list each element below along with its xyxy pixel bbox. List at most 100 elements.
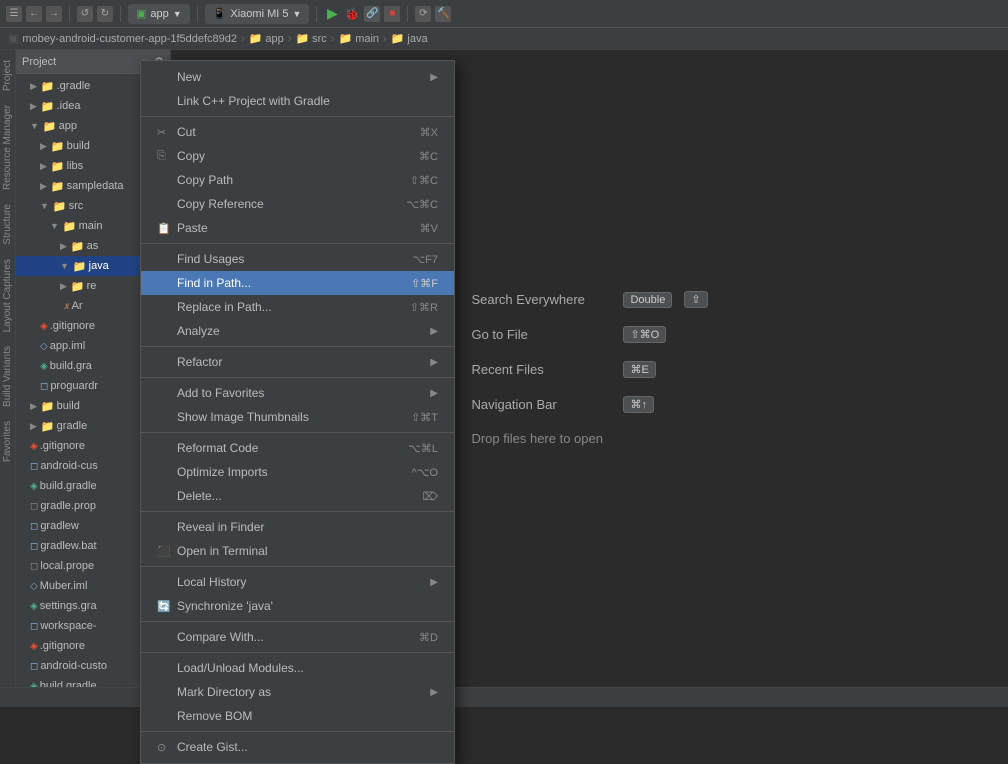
toolbar-redo-icon[interactable]: ↻ [97, 6, 113, 22]
gist-icon: ⊙ [157, 741, 171, 754]
tree-label: proguardr [50, 380, 98, 392]
run-button[interactable]: ▶ [324, 6, 340, 22]
menu-arrow-new: ▶ [430, 72, 438, 83]
toolbar-forward-icon[interactable]: → [46, 6, 62, 22]
breadcrumb-src-label: src [312, 33, 327, 45]
sidebar-tab-structure[interactable]: Structure [0, 198, 15, 251]
menu-item-new[interactable]: New ▶ [141, 65, 454, 89]
show-image-shortcut: ⇧⌘T [411, 411, 438, 424]
tree-label: workspace- [40, 620, 96, 632]
menu-item-create-gist[interactable]: ⊙ Create Gist... [141, 735, 454, 759]
menu-arrow-refactor: ▶ [430, 357, 438, 368]
menu-item-cut[interactable]: ✂ Cut ⌘X [141, 120, 454, 144]
search-everywhere-key2: ⇧ [684, 291, 707, 308]
folder-icon: 📁 [51, 160, 65, 173]
breadcrumb-java[interactable]: 📁 java [391, 32, 428, 45]
sidebar-tab-project[interactable]: Project [0, 54, 15, 97]
menu-item-synchronize[interactable]: 🔄 Synchronize 'java' [141, 594, 454, 618]
project-title: Project [22, 56, 56, 68]
menu-item-replace-in-path[interactable]: Replace in Path... ⇧⌘R [141, 295, 454, 319]
menu-item-copy[interactable]: ⎘ Copy ⌘C [141, 144, 454, 168]
git-icon: ◈ [30, 441, 38, 452]
menu-label-optimize-imports: Optimize Imports [177, 465, 268, 479]
menu-sep-4 [141, 377, 454, 378]
menu-label-reformat: Reformat Code [177, 441, 258, 455]
tree-arrow-gradle-root: ▶ [30, 421, 37, 432]
menu-item-find-usages[interactable]: Find Usages ⌥F7 [141, 247, 454, 271]
menu-item-add-favorites[interactable]: Add to Favorites ▶ [141, 381, 454, 405]
breadcrumb: ▣ mobey-android-customer-app-1f5ddefc89d… [0, 28, 1008, 50]
menu-label-link-cpp: Link C++ Project with Gradle [177, 94, 330, 108]
tree-label: build [67, 140, 90, 152]
folder-icon: 📁 [41, 420, 55, 433]
menu-label-create-gist: Create Gist... [177, 740, 248, 754]
menu-item-paste[interactable]: 📋 Paste ⌘V [141, 216, 454, 240]
xml-icon: 𝑥 [64, 301, 70, 312]
reformat-shortcut: ⌥⌘L [408, 442, 438, 455]
find-path-shortcut: ⇧⌘F [411, 277, 438, 290]
device-label: Xiaomi MI 5 [230, 8, 288, 20]
breadcrumb-project-name[interactable]: mobey-android-customer-app-1f5ddefc89d2 [22, 33, 237, 45]
toolbar-back-icon[interactable]: ← [26, 6, 42, 22]
menu-item-copy-reference[interactable]: Copy Reference ⌥⌘C [141, 192, 454, 216]
recent-files-label: Recent Files [471, 362, 611, 377]
menu-label-new: New [177, 70, 201, 84]
folder-icon: 📁 [71, 240, 85, 253]
toolbar-menu-icon[interactable]: ☰ [6, 6, 22, 22]
menu-item-open-terminal[interactable]: ⬛ Open in Terminal [141, 539, 454, 563]
tree-label: as [87, 240, 99, 252]
menu-item-reveal-finder[interactable]: Reveal in Finder [141, 515, 454, 539]
find-usages-shortcut: ⌥F7 [412, 253, 438, 266]
breadcrumb-sep-3: › [331, 33, 335, 45]
sidebar-tab-resource-manager[interactable]: Resource Manager [0, 99, 15, 196]
menu-item-find-in-path[interactable]: Find in Path... ⇧⌘F [141, 271, 454, 295]
breadcrumb-project-icon: ▣ [8, 32, 18, 45]
goto-file-label: Go to File [471, 327, 611, 342]
menu-sep-8 [141, 621, 454, 622]
drop-files-hint: Drop files here to open [471, 431, 707, 446]
toolbar-sep-2 [120, 6, 121, 22]
menu-item-compare-with[interactable]: Compare With... ⌘D [141, 625, 454, 649]
menu-item-local-history[interactable]: Local History ▶ [141, 570, 454, 594]
stop-button[interactable]: ■ [384, 6, 400, 22]
menu-item-delete[interactable]: Delete... ⌦ [141, 484, 454, 508]
toolbar-sep-1 [69, 6, 70, 22]
menu-arrow-favorites: ▶ [430, 388, 438, 399]
menu-item-show-image[interactable]: Show Image Thumbnails ⇧⌘T [141, 405, 454, 429]
sync-button[interactable]: ⟳ [415, 6, 431, 22]
folder-icon: 📁 [43, 120, 57, 133]
app-selector[interactable]: ▣ app ▼ [128, 4, 190, 24]
breadcrumb-app[interactable]: 📁 app [249, 32, 284, 45]
debug-button[interactable]: 🐞 [344, 6, 360, 22]
attach-button[interactable]: 🔗 [364, 6, 380, 22]
menu-item-link-cpp[interactable]: Link C++ Project with Gradle [141, 89, 454, 113]
sidebar-tab-favorites[interactable]: Favorites [0, 415, 15, 468]
breadcrumb-src[interactable]: 📁 src [295, 32, 326, 45]
menu-label-reveal-finder: Reveal in Finder [177, 520, 264, 534]
device-selector[interactable]: 📱 Xiaomi MI 5 ▼ [205, 4, 310, 24]
menu-item-analyze[interactable]: Analyze ▶ [141, 319, 454, 343]
menu-item-remove-bom[interactable]: Remove BOM [141, 704, 454, 728]
copy-path-shortcut: ⇧⌘C [410, 174, 438, 187]
tree-label: gradlew [40, 520, 79, 532]
sidebar-tab-layout-captures[interactable]: Layout Captures [0, 253, 15, 338]
menu-item-mark-directory[interactable]: Mark Directory as ▶ [141, 680, 454, 704]
tree-arrow-app: ▼ [30, 121, 39, 131]
device-dropdown-icon: ▼ [292, 9, 301, 19]
build-button[interactable]: 🔨 [435, 6, 451, 22]
menu-item-load-unload[interactable]: Load/Unload Modules... [141, 656, 454, 680]
main-layout: Project Resource Manager Structure Layou… [0, 50, 1008, 687]
tree-label: .gitignore [40, 440, 85, 452]
goto-file-key: ⇧⌘O [623, 326, 666, 343]
folder-icon-main: 📁 [338, 32, 352, 45]
menu-item-reformat[interactable]: Reformat Code ⌥⌘L [141, 436, 454, 460]
menu-sep-7 [141, 566, 454, 567]
menu-item-refactor[interactable]: Refactor ▶ [141, 350, 454, 374]
breadcrumb-main[interactable]: 📁 main [338, 32, 379, 45]
toolbar-undo-icon[interactable]: ↺ [77, 6, 93, 22]
menu-item-copy-path[interactable]: Copy Path ⇧⌘C [141, 168, 454, 192]
menu-label-compare-with: Compare With... [177, 630, 264, 644]
sidebar-tab-build-variants[interactable]: Build Variants [0, 340, 15, 413]
menu-sep-5 [141, 432, 454, 433]
menu-item-optimize-imports[interactable]: Optimize Imports ^⌥O [141, 460, 454, 484]
